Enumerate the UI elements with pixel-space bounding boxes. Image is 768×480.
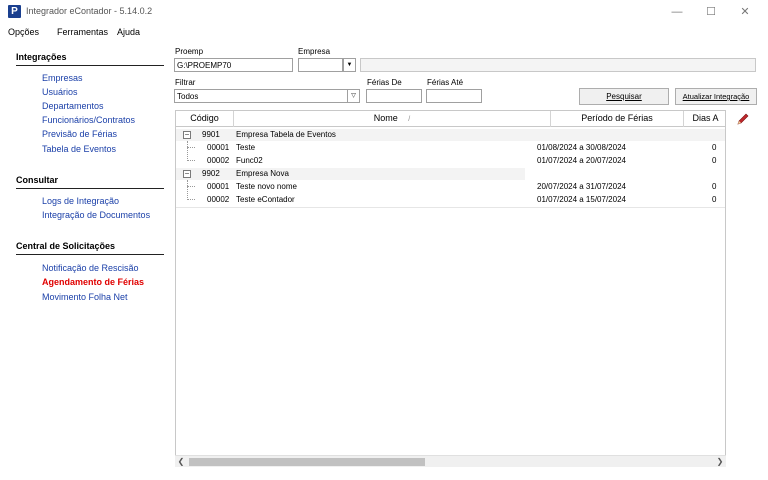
column-codigo[interactable]: Código	[176, 111, 234, 127]
group-code: 9901	[202, 130, 220, 139]
filtrar-select[interactable]: Todos	[174, 89, 348, 103]
empresa-label: Empresa	[298, 47, 331, 56]
sidebar-item-funcionarios[interactable]: Funcionários/Contratos	[42, 115, 135, 125]
ferias-de-label: Férias De	[367, 78, 402, 87]
group-code: 9902	[202, 169, 220, 178]
sidebar-item-empresas[interactable]: Empresas	[42, 73, 83, 83]
app-icon: P	[8, 5, 21, 18]
group-name: Empresa Tabela de Eventos	[236, 130, 336, 139]
table-row[interactable]: 00001 Teste 01/08/2024 a 30/08/2024 0	[176, 142, 725, 154]
employee-name: Func02	[236, 156, 263, 165]
employee-name: Teste	[236, 143, 256, 152]
sidebar-section-consultar: Consultar	[16, 175, 59, 185]
group-row[interactable]: − 9901 Empresa Tabela de Eventos	[176, 129, 725, 141]
collapse-icon[interactable]: −	[183, 131, 191, 139]
scroll-left-icon[interactable]: ❮	[175, 456, 187, 468]
group-name: Empresa Nova	[236, 169, 289, 178]
column-dias[interactable]: Dias A	[684, 111, 725, 127]
ferias-ate-input[interactable]	[426, 89, 482, 103]
scrollbar-thumb[interactable]	[189, 458, 425, 466]
maximize-button[interactable]: ☐	[696, 4, 726, 20]
sidebar-divider	[16, 254, 164, 255]
window-title: Integrador eContador - 5.14.0.2	[26, 6, 153, 16]
vacation-period: 20/07/2024 a 31/07/2024	[537, 182, 626, 191]
sidebar-item-logs-integracao[interactable]: Logs de Integração	[42, 196, 119, 206]
vacation-grid: Código Nome / Período de Férias Dias A −…	[175, 110, 726, 467]
sidebar-item-agendamento-ferias[interactable]: Agendamento de Férias	[42, 277, 144, 287]
employee-code: 00002	[207, 156, 230, 165]
sidebar-section-central: Central de Solicitações	[16, 241, 116, 251]
ferias-ate-label: Férias Até	[427, 78, 464, 87]
vacation-days: 0	[712, 182, 717, 191]
sidebar-item-movimento-folha[interactable]: Movimento Folha Net	[42, 292, 128, 302]
empresa-dropdown-arrow-icon[interactable]: ▼	[343, 58, 356, 72]
pesquisar-button[interactable]: Pesquisar	[579, 88, 669, 105]
scroll-right-icon[interactable]: ❯	[714, 456, 726, 468]
sidebar-item-integracao-documentos[interactable]: Integração de Documentos	[42, 210, 150, 220]
horizontal-scrollbar[interactable]: ❮ ❯	[175, 455, 726, 467]
employee-name: Teste eContador	[236, 195, 295, 204]
filtrar-label: Filtrar	[175, 78, 196, 87]
menu-bar: Opções Ferramentas Ajuda	[0, 24, 768, 40]
column-periodo[interactable]: Período de Férias	[551, 111, 684, 127]
proemp-label: Proemp	[175, 47, 204, 56]
vacation-days: 0	[712, 195, 717, 204]
vacation-period: 01/07/2024 a 20/07/2024	[537, 156, 626, 165]
employee-code: 00001	[207, 143, 230, 152]
ferias-de-input[interactable]	[366, 89, 422, 103]
minimize-button[interactable]: —	[662, 4, 692, 20]
sort-indicator-icon: /	[408, 116, 411, 123]
group-row[interactable]: − 9902 Empresa Nova	[176, 168, 525, 180]
empresa-name-field	[360, 58, 756, 72]
sidebar-item-tabela-eventos[interactable]: Tabela de Eventos	[42, 144, 116, 154]
employee-code: 00001	[207, 182, 230, 191]
empresa-select[interactable]	[298, 58, 343, 72]
column-nome-label: Nome	[373, 113, 398, 123]
vacation-days: 0	[712, 143, 717, 152]
employee-name: Teste novo nome	[236, 182, 297, 191]
vacation-period: 01/07/2024 a 15/07/2024	[537, 195, 626, 204]
title-bar: P Integrador eContador - 5.14.0.2 — ☐ ✕	[0, 0, 768, 24]
proemp-field[interactable]: G:\PROEMP70	[174, 58, 293, 72]
atualizar-integracao-button[interactable]: Atualizar Integração	[675, 88, 757, 105]
table-row[interactable]: 00002 Teste eContador 01/07/2024 a 15/07…	[176, 194, 725, 206]
sidebar-item-previsao-ferias[interactable]: Previsão de Férias	[42, 129, 117, 139]
table-row[interactable]: 00001 Teste novo nome 20/07/2024 a 31/07…	[176, 181, 725, 193]
pencil-edit-icon[interactable]	[736, 112, 750, 126]
vacation-days: 0	[712, 156, 717, 165]
sidebar-item-usuarios[interactable]: Usuários	[42, 87, 78, 97]
menu-ajuda[interactable]: Ajuda	[117, 27, 140, 37]
sidebar-section-integracoes: Integrações	[16, 52, 67, 62]
sidebar-item-departamentos[interactable]: Departamentos	[42, 101, 104, 111]
menu-ferramentas[interactable]: Ferramentas	[57, 27, 108, 37]
table-row[interactable]: 00002 Func02 01/07/2024 a 20/07/2024 0	[176, 155, 725, 167]
grid-header: Código Nome / Período de Férias Dias A	[176, 111, 725, 127]
vacation-period: 01/08/2024 a 30/08/2024	[537, 143, 626, 152]
sidebar-item-notificacao-rescisao[interactable]: Notificação de Rescisão	[42, 263, 139, 273]
grid-divider	[176, 207, 725, 208]
menu-opcoes[interactable]: Opções	[8, 27, 39, 37]
employee-code: 00002	[207, 195, 230, 204]
sidebar-divider	[16, 65, 164, 66]
sidebar: Integrações Empresas Usuários Departamen…	[6, 44, 166, 474]
filtrar-dropdown-arrow-icon[interactable]: ▽	[347, 89, 360, 103]
close-button[interactable]: ✕	[730, 4, 760, 20]
collapse-icon[interactable]: −	[183, 170, 191, 178]
sidebar-divider	[16, 188, 164, 189]
column-nome[interactable]: Nome /	[234, 111, 551, 127]
